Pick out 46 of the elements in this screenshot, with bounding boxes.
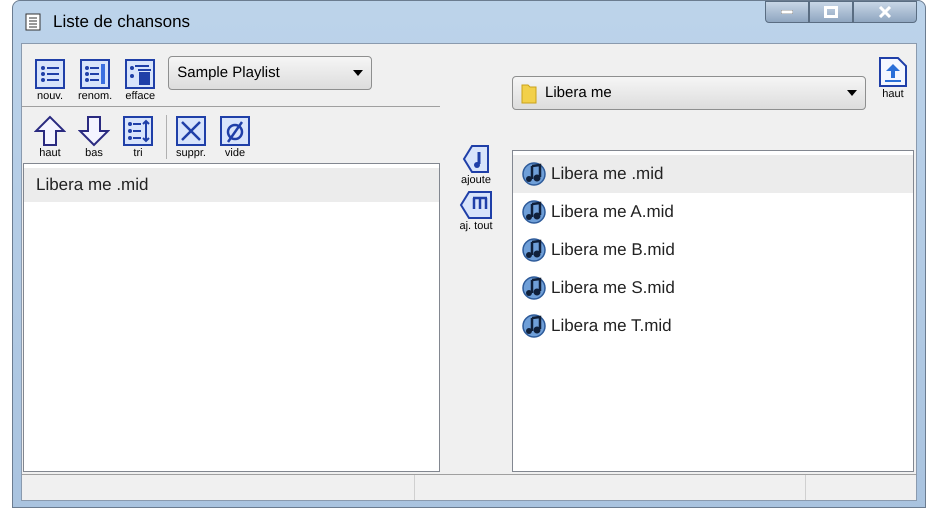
transfer-button[interactable]: aj. tout (459, 190, 493, 232)
tag-note-icon (462, 144, 490, 174)
toolbar-button[interactable]: haut (30, 115, 70, 159)
music-note-icon (521, 199, 547, 225)
toolbar-button[interactable]: bas (74, 115, 114, 159)
folder-up-icon (878, 56, 908, 88)
minimize-icon (781, 10, 793, 14)
window-title: Liste de chansons (53, 11, 190, 34)
list-trash-icon (124, 58, 156, 90)
toolbar-button[interactable]: vide (215, 115, 255, 159)
toolbar-button[interactable]: efface (120, 58, 160, 102)
tag-notes-icon (459, 190, 493, 220)
up-arrow-icon (34, 115, 66, 147)
transfer-button[interactable]: ajoute (461, 144, 491, 186)
toolbar-button[interactable]: nouv. (30, 58, 70, 102)
document-icon (25, 13, 41, 31)
file-item[interactable]: Libera me .mid (513, 155, 913, 193)
file-item[interactable]: Libera me A.mid (513, 193, 913, 231)
toolbar-button[interactable]: tri (118, 115, 158, 159)
folder-dropdown[interactable]: Libera me (512, 76, 866, 110)
close-button[interactable] (853, 1, 917, 23)
empty-set-icon (219, 115, 251, 147)
file-item[interactable]: Libera me B.mid (513, 231, 913, 269)
dropdown-caret-icon (847, 90, 857, 96)
playlist-dropdown[interactable]: Sample Playlist (168, 56, 372, 90)
music-note-icon (521, 313, 547, 339)
toolbar-button[interactable]: suppr. (171, 115, 211, 159)
file-item[interactable]: Libera me T.mid (513, 307, 913, 345)
music-note-icon (521, 275, 547, 301)
list-icon (34, 58, 66, 90)
list-sort-icon (122, 115, 154, 147)
toolbar-button[interactable]: haut (874, 56, 912, 100)
music-note-icon (521, 161, 547, 187)
cross-icon (175, 115, 207, 147)
maximize-icon (824, 6, 838, 18)
dropdown-caret-icon (353, 70, 364, 76)
music-note-icon (521, 237, 547, 263)
folder-icon (521, 82, 537, 104)
down-arrow-icon (78, 115, 110, 147)
file-item[interactable]: Libera me S.mid (513, 269, 913, 307)
list-edit-icon (79, 58, 112, 90)
minimize-button[interactable] (765, 1, 809, 23)
close-icon (878, 6, 892, 18)
maximize-button[interactable] (809, 1, 853, 23)
playlist-item[interactable]: Libera me .mid (24, 168, 439, 202)
toolbar-button[interactable]: renom. (74, 58, 116, 102)
